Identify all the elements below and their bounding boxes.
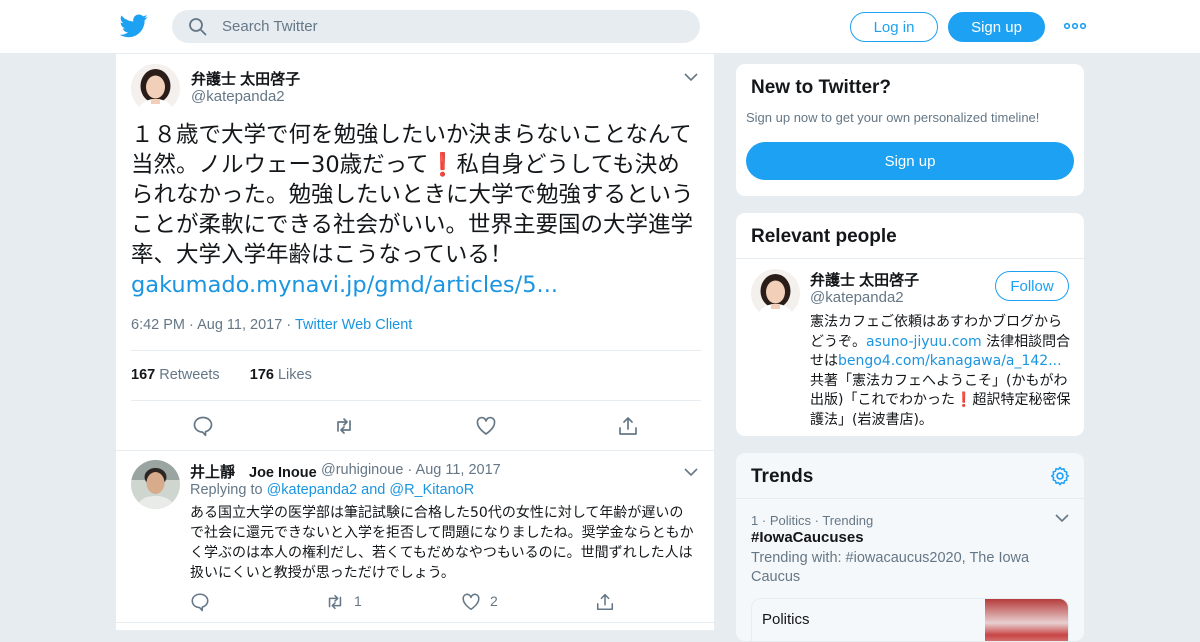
likes-stat[interactable]: 176 Likes — [250, 367, 312, 383]
heart-icon[interactable] — [461, 592, 481, 612]
tweet-date[interactable]: Aug 11, 2017 — [197, 317, 282, 333]
bio-link[interactable]: bengo4.com/kanagawa/a_142... — [838, 353, 1062, 369]
avatar[interactable] — [131, 64, 180, 113]
avatar-portrait-icon — [131, 64, 180, 113]
divider — [736, 498, 1084, 499]
search-icon — [189, 18, 207, 36]
new-to-twitter-subtitle: Sign up now to get your own personalized… — [746, 110, 1040, 125]
reply-author-fullname[interactable]: 井上靜 Joe Inoue — [190, 461, 317, 482]
replying-user-link[interactable]: @R_KitanoR — [389, 482, 474, 498]
avatar-portrait-icon — [751, 269, 800, 318]
meta-separator: · — [286, 317, 295, 333]
top-navigation-bar: Log in Sign up — [0, 0, 1200, 54]
trends-title: Trends — [751, 466, 814, 487]
meta-separator: · — [761, 513, 770, 528]
reply-author-name: 井上靜 — [190, 464, 236, 481]
reply-icon[interactable] — [192, 415, 214, 437]
reply-like-count: 2 — [490, 593, 498, 609]
meta-separator: · — [407, 462, 416, 478]
author-fullname[interactable]: 弁護士 太田啓子 — [191, 68, 300, 89]
share-icon[interactable] — [617, 415, 639, 437]
replying-user-link[interactable]: @katepanda2 — [267, 482, 358, 498]
news-thumbnail — [985, 599, 1068, 641]
trend-status: Trending — [822, 513, 874, 528]
chevron-down-icon[interactable] — [684, 467, 698, 477]
reply-author-display-name: Joe Inoue — [249, 465, 317, 481]
avatar-portrait-icon — [131, 460, 180, 509]
tweet-text: １８歳で大学で何を勉強したいか決まらないことなんて当然。ノルウェー30歳だって❗… — [131, 120, 701, 300]
trend-meta: 1 · Politics · Trending — [751, 513, 873, 528]
relevant-people-card: Relevant people 弁護士 太田啓子 @katepanda2 Fol… — [735, 212, 1085, 437]
search-box[interactable] — [172, 10, 700, 43]
relevant-people-title: Relevant people — [751, 226, 897, 247]
new-to-twitter-card: New to Twitter? Sign up now to get your … — [735, 63, 1085, 197]
reply-retweet-count: 1 — [354, 593, 362, 609]
exclamation-emoji-icon: ❗ — [428, 152, 457, 178]
replying-to-label: Replying to — [190, 482, 263, 498]
likes-count: 176 — [249, 367, 274, 383]
reply-text: ある国立大学の医学部は筆記試験に合格した50代の女性に対して年齢が遅いので社会に… — [190, 505, 694, 581]
meta-separator: · — [189, 317, 198, 333]
share-icon[interactable] — [595, 592, 615, 612]
news-category: Politics — [762, 611, 810, 628]
replying-to: Replying to @katepanda2 and @R_KitanoR — [190, 482, 474, 498]
heart-icon[interactable] — [475, 415, 497, 437]
retweets-stat[interactable]: 167 Retweets — [131, 367, 220, 383]
author-handle[interactable]: @katepanda2 — [191, 88, 285, 105]
retweets-count: 167 — [131, 367, 156, 383]
search-input[interactable] — [222, 10, 682, 43]
reply-icon[interactable] — [190, 592, 210, 612]
trends-card: Trends 1 · Politics · Trending #IowaCauc… — [735, 452, 1085, 642]
reply-date[interactable]: Aug 11, 2017 — [416, 462, 501, 478]
follow-button[interactable]: Follow — [995, 271, 1069, 301]
likes-label: Likes — [277, 367, 312, 383]
retweet-icon[interactable] — [325, 592, 345, 612]
trend-category: Politics — [769, 513, 811, 528]
card-signup-button[interactable]: Sign up — [746, 142, 1074, 180]
trend-news-card[interactable]: Politics — [751, 598, 1069, 641]
exclamation-emoji-icon: ❗ — [955, 392, 973, 408]
gear-icon[interactable] — [1049, 465, 1071, 487]
divider — [116, 450, 714, 451]
retweet-icon[interactable] — [333, 415, 355, 437]
tweet-time[interactable]: 6:42 PM — [131, 317, 185, 333]
trend-rank: 1 — [751, 513, 759, 528]
trend-name[interactable]: #IowaCaucuses — [751, 529, 864, 546]
chevron-down-icon[interactable] — [1055, 513, 1069, 523]
reply-author-handle[interactable]: @ruhiginoue — [321, 462, 403, 478]
divider — [131, 350, 701, 351]
tweet-stats: 167 Retweets 176 Likes — [131, 367, 312, 383]
replying-and-label: and — [361, 482, 386, 498]
tweet-client-link[interactable]: Twitter Web Client — [295, 317, 412, 333]
tweet-link[interactable]: gakumado.mynavi.jp/gmd/articles/5... — [131, 272, 558, 298]
chevron-down-icon[interactable] — [684, 72, 698, 82]
retweets-label: Retweets — [159, 367, 220, 383]
reply-meta: @ruhiginoue · Aug 11, 2017 — [321, 462, 501, 478]
divider — [131, 400, 701, 401]
bio-link[interactable]: asuno-jiyuu.com — [866, 334, 982, 350]
new-to-twitter-title: New to Twitter? — [751, 77, 892, 98]
reply-avatar[interactable] — [131, 460, 180, 509]
twitter-bird-icon[interactable] — [120, 14, 148, 38]
divider — [736, 258, 1084, 259]
more-dots-icon[interactable] — [1063, 19, 1087, 33]
divider — [116, 622, 714, 623]
trend-with-text: Trending with: #iowacaucus2020, The Iowa… — [751, 550, 1030, 585]
relevant-bio: 憲法カフェご依頼はあすわかブログからどうぞ。asuno-jiyuu.com 法律… — [810, 313, 1072, 430]
signup-button[interactable]: Sign up — [948, 12, 1045, 42]
tweet-detail-column: 弁護士 太田啓子 @katepanda2 １８歳で大学で何を勉強したいか決まらな… — [115, 54, 715, 630]
login-button[interactable]: Log in — [850, 12, 938, 42]
relevant-handle[interactable]: @katepanda2 — [810, 289, 904, 306]
relevant-avatar[interactable] — [751, 269, 800, 318]
relevant-fullname[interactable]: 弁護士 太田啓子 — [810, 269, 919, 290]
tweet-metadata: 6:42 PM · Aug 11, 2017 · Twitter Web Cli… — [131, 317, 412, 333]
